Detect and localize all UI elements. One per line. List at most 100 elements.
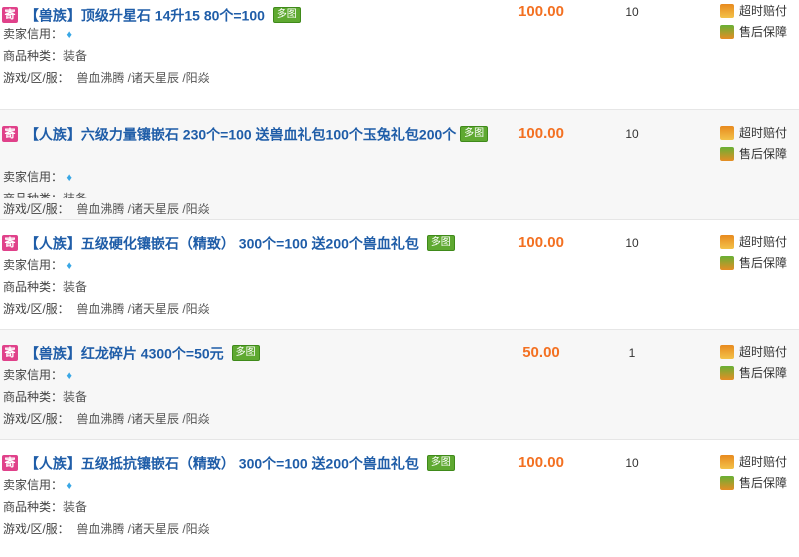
listing-row: 寄 【人族】五级抵抗镶嵌石（精致） 300个=100 送200个兽血礼包 多图 … [0,440,799,543]
multi-image-badge[interactable]: 多图 [231,345,260,362]
server-label: 游戏/区/服： [3,522,70,536]
server-label: 游戏/区/服： [3,202,70,216]
category-row: 商品种类：装备 [3,498,87,515]
server-row: 游戏/区/服： 兽血沸腾 /诸天星辰 /阳焱 [3,520,210,537]
delivery-truck-icon [720,454,734,469]
quantity: 1 [628,346,636,360]
title-line: 寄 【兽族】红龙碎片 4300个=50元 多图 [2,341,502,364]
seller-credit-row: 卖家信用： ♦ [3,256,72,273]
service-timeout[interactable]: 超时赔付 [720,344,787,360]
service-after-sale[interactable]: 售后保障 [720,255,787,271]
service-after-sale-label: 售后保障 [739,25,788,39]
quantity: 10 [625,127,639,141]
listing-row-tail: 游戏/区/服： 兽血沸腾 /诸天星辰 /阳焱 [0,198,799,220]
listing-row: 寄 【兽族】红龙碎片 4300个=50元 多图 卖家信用： ♦ 商品种类：装备 … [0,330,799,440]
guarantee-icon [720,146,734,161]
title-line: 寄 【人族】五级抵抗镶嵌石（精致） 300个=100 送200个兽血礼包 多图 [2,451,502,474]
diamond-icon: ♦ [66,370,72,382]
guarantee-icon [720,255,734,270]
consign-badge: 寄 [2,345,18,362]
item-title-link[interactable]: 【人族】五级硬化镶嵌石（精致） 300个=100 送200个兽血礼包 [25,235,419,251]
server-value: 兽血沸腾 /诸天星辰 /阳焱 [76,202,210,216]
service-timeout-label: 超时赔付 [739,455,788,469]
quantity: 10 [625,236,639,250]
seller-credit-label: 卖家信用： [3,368,64,382]
seller-credit-label: 卖家信用： [3,27,64,41]
service-after-sale-label: 售后保障 [739,366,788,380]
multi-image-badge[interactable]: 多图 [426,235,455,252]
seller-credit-row: 卖家信用： ♦ [3,168,72,185]
multi-image-badge[interactable]: 多图 [426,455,455,472]
service-after-sale[interactable]: 售后保障 [720,475,787,491]
diamond-icon: ♦ [66,260,72,272]
item-title-link[interactable]: 【人族】五级抵抗镶嵌石（精致） 300个=100 送200个兽血礼包 [25,455,419,471]
category-label: 商品种类： [3,49,64,63]
seller-credit-row: 卖家信用： ♦ [3,25,72,42]
delivery-truck-icon [720,344,734,359]
service-timeout[interactable]: 超时赔付 [720,234,787,250]
quantity: 10 [625,456,639,470]
service-timeout[interactable]: 超时赔付 [720,3,787,19]
seller-credit-label: 卖家信用： [3,170,64,184]
seller-credit-label: 卖家信用： [3,478,64,492]
price: 100.00 [518,234,564,251]
listing-row: 寄 【兽族】顶级升星石 14升15 80个=100 多图 卖家信用： ♦ 商品种… [0,0,799,110]
item-title-link[interactable]: 【人族】六级力量镶嵌石 230个=100 送兽血礼包100个玉兔礼包200个 [25,126,456,142]
service-after-sale[interactable]: 售后保障 [720,146,787,162]
server-row: 游戏/区/服： 兽血沸腾 /诸天星辰 /阳焱 [3,410,210,427]
guarantee-icon [720,365,734,380]
item-title-link[interactable]: 【兽族】顶级升星石 14升15 80个=100 [25,7,265,23]
price: 50.00 [522,344,560,361]
consign-badge: 寄 [2,7,18,24]
guarantee-icon [720,475,734,490]
service-timeout-label: 超时赔付 [739,345,788,359]
guarantee-icon [720,24,734,39]
category-row: 商品种类：装备 [3,47,87,64]
price: 100.00 [518,125,564,142]
category-label: 商品种类： [3,500,64,514]
item-title-link[interactable]: 【兽族】红龙碎片 4300个=50元 [25,345,224,361]
category-label: 商品种类： [3,390,64,404]
multi-image-badge[interactable]: 多图 [460,126,489,143]
service-timeout[interactable]: 超时赔付 [720,125,787,141]
category-value: 装备 [63,280,88,294]
service-after-sale[interactable]: 售后保障 [720,365,787,381]
consign-badge: 寄 [2,126,18,143]
server-value: 兽血沸腾 /诸天星辰 /阳焱 [76,71,210,85]
delivery-truck-icon [720,234,734,249]
diamond-icon: ♦ [66,172,72,184]
server-value: 兽血沸腾 /诸天星辰 /阳焱 [76,522,210,536]
service-timeout-label: 超时赔付 [739,126,788,140]
delivery-truck-icon [720,3,734,18]
category-value: 装备 [63,49,88,63]
seller-credit-label: 卖家信用： [3,258,64,272]
category-label: 商品种类： [3,280,64,294]
seller-credit-row: 卖家信用： ♦ [3,476,72,493]
server-label: 游戏/区/服： [3,71,70,85]
listing-row: 寄 【人族】五级硬化镶嵌石（精致） 300个=100 送200个兽血礼包 多图 … [0,220,799,330]
diamond-icon: ♦ [66,29,72,41]
multi-image-badge[interactable]: 多图 [272,7,301,24]
title-line: 寄 【兽族】顶级升星石 14升15 80个=100 多图 [2,3,502,26]
price: 100.00 [518,3,564,20]
server-row: 游戏/区/服： 兽血沸腾 /诸天星辰 /阳焱 [3,69,210,86]
listing-table: 寄 【兽族】顶级升星石 14升15 80个=100 多图 卖家信用： ♦ 商品种… [0,0,799,543]
server-value: 兽血沸腾 /诸天星辰 /阳焱 [76,302,210,316]
service-after-sale[interactable]: 售后保障 [720,24,787,40]
server-label: 游戏/区/服： [3,302,70,316]
quantity: 10 [625,5,639,19]
category-value: 装备 [63,390,88,404]
category-value: 装备 [63,500,88,514]
service-timeout[interactable]: 超时赔付 [720,454,787,470]
diamond-icon: ♦ [66,480,72,492]
server-row: 游戏/区/服： 兽血沸腾 /诸天星辰 /阳焱 [3,300,210,317]
category-row: 商品种类：装备 [3,278,87,295]
price: 100.00 [518,454,564,471]
delivery-truck-icon [720,125,734,140]
server-value: 兽血沸腾 /诸天星辰 /阳焱 [76,412,210,426]
title-line: 寄 【人族】六级力量镶嵌石 230个=100 送兽血礼包100个玉兔礼包200个… [2,122,492,145]
service-after-sale-label: 售后保障 [739,476,788,490]
consign-badge: 寄 [2,455,18,472]
server-row: 游戏/区/服： 兽血沸腾 /诸天星辰 /阳焱 [3,200,210,217]
service-timeout-label: 超时赔付 [739,235,788,249]
